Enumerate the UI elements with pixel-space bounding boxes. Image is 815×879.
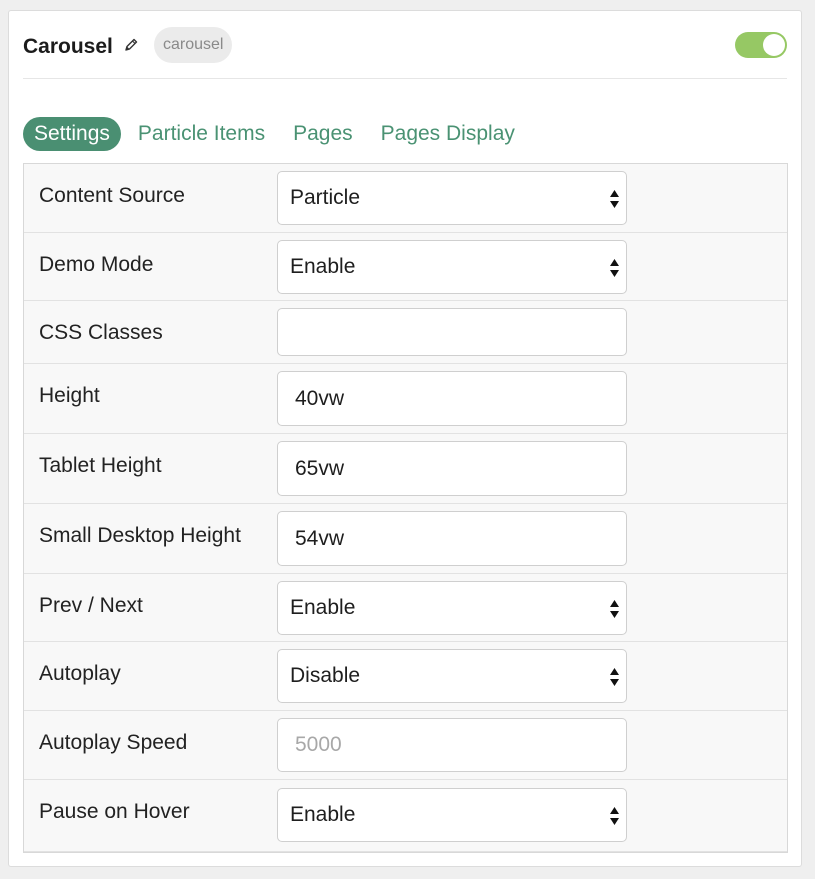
autoplay-select[interactable]: Disable xyxy=(277,649,627,703)
panel-header: Carousel carousel xyxy=(23,27,787,79)
particle-type-badge: carousel xyxy=(154,27,233,63)
select-value: Particle xyxy=(290,186,361,209)
tab-pages[interactable]: Pages xyxy=(282,117,364,151)
autoplay-speed-input[interactable]: 5000 xyxy=(277,718,627,772)
field-label: CSS Classes xyxy=(39,321,163,344)
field-label: Tablet Height xyxy=(39,454,162,477)
settings-row: Autoplay Disable xyxy=(24,642,787,711)
tab-pages-display[interactable]: Pages Display xyxy=(370,117,526,151)
select-arrows-icon xyxy=(610,668,619,686)
input-value: 54vw xyxy=(295,527,345,550)
prev-next-select[interactable]: Enable xyxy=(277,581,627,635)
select-value: Enable xyxy=(290,803,356,826)
field-label: Autoplay xyxy=(39,662,121,685)
input-value: 65vw xyxy=(295,457,345,480)
input-value: 40vw xyxy=(295,387,345,410)
toggle-knob xyxy=(763,34,785,56)
select-value: Enable xyxy=(290,255,356,278)
field-label: Small Desktop Height xyxy=(39,524,241,547)
field-label: Prev / Next xyxy=(39,594,143,617)
tablet-height-input[interactable]: 65vw xyxy=(277,441,627,496)
field-label: Demo Mode xyxy=(39,253,154,276)
field-label: Autoplay Speed xyxy=(39,731,188,754)
settings-row: Content Source Particle xyxy=(24,164,787,233)
small-desktop-height-input[interactable]: 54vw xyxy=(277,511,627,566)
field-label: Pause on Hover xyxy=(39,800,190,823)
select-arrows-icon xyxy=(610,807,619,825)
settings-row: Demo Mode Enable xyxy=(24,233,787,301)
settings-row: Autoplay Speed 5000 xyxy=(24,711,787,780)
select-arrows-icon xyxy=(610,190,619,208)
settings-row: Small Desktop Height 54vw xyxy=(24,504,787,574)
height-input[interactable]: 40vw xyxy=(277,371,627,426)
pause-on-hover-select[interactable]: Enable xyxy=(277,788,627,842)
pencil-icon[interactable] xyxy=(123,37,139,53)
select-value: Disable xyxy=(290,664,361,687)
tab-bar: Settings Particle Items Pages Pages Disp… xyxy=(23,117,532,151)
tab-particle-items[interactable]: Particle Items xyxy=(127,117,276,151)
settings-row: Prev / Next Enable xyxy=(24,574,787,642)
select-arrows-icon xyxy=(610,259,619,277)
particle-panel: Carousel carousel Settings Particle Item… xyxy=(8,10,802,867)
settings-row: Pause on Hover Enable xyxy=(24,780,787,852)
select-value: Enable xyxy=(290,596,356,619)
enable-toggle[interactable] xyxy=(735,32,787,58)
field-label: Content Source xyxy=(39,184,185,207)
content-source-select[interactable]: Particle xyxy=(277,171,627,225)
tab-settings[interactable]: Settings xyxy=(23,117,121,151)
css-classes-input[interactable] xyxy=(277,308,627,356)
field-label: Height xyxy=(39,384,100,407)
settings-table: Content Source Particle Demo Mode Enable… xyxy=(23,163,788,853)
demo-mode-select[interactable]: Enable xyxy=(277,240,627,294)
settings-row: CSS Classes xyxy=(24,301,787,364)
settings-row: Tablet Height 65vw xyxy=(24,434,787,504)
particle-title: Carousel xyxy=(23,35,113,58)
settings-row: Height 40vw xyxy=(24,364,787,434)
select-arrows-icon xyxy=(610,600,619,618)
input-placeholder: 5000 xyxy=(295,733,342,756)
